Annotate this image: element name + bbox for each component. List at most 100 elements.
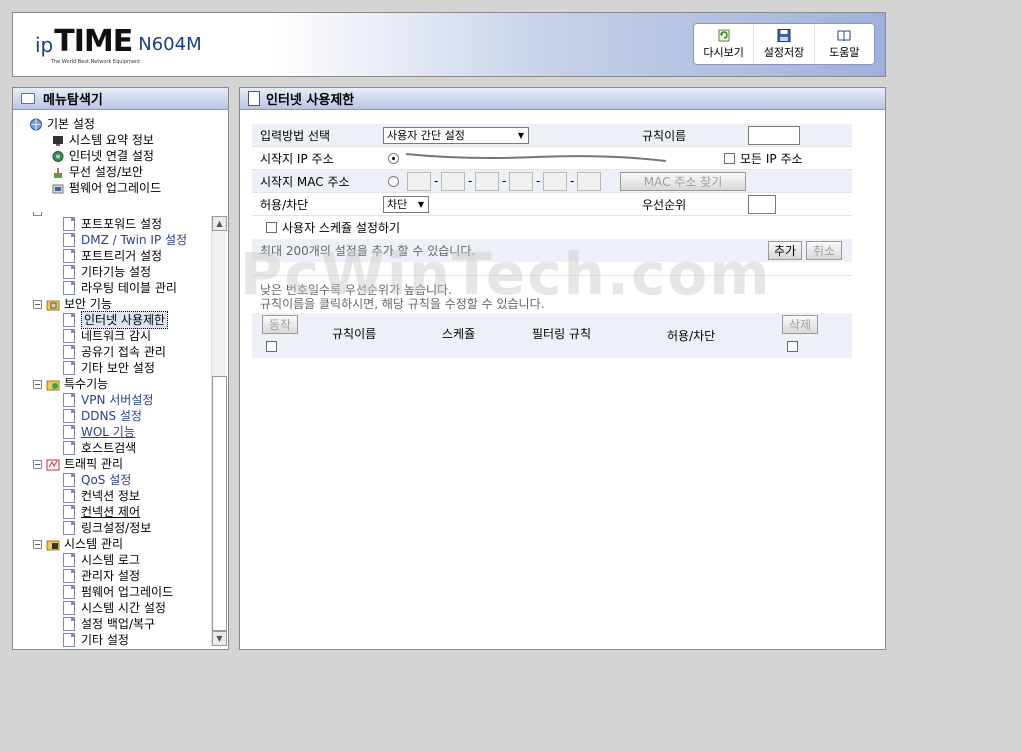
allow-block-select[interactable]: 차단 ▼ — [383, 195, 429, 213]
form-row-start-mac: 시작지 MAC 주소 - - - - - MAC 주소 찾기 — [252, 170, 852, 193]
sidebar-item-connection-control[interactable]: 컨넥션 제어 — [13, 504, 228, 520]
sidebar-item-system-time-label: 시스템 시간 설정 — [81, 601, 166, 615]
select-all-checkbox[interactable] — [266, 341, 277, 352]
all-ip-label: 모든 IP 주소 — [740, 151, 803, 166]
delete-button[interactable]: 삭제 — [782, 315, 818, 334]
sidebar-item-internet-connection[interactable]: 인터넷 연결 설정 — [29, 148, 161, 164]
sidebar-item-connection-control-label: 컨넥션 제어 — [81, 505, 141, 519]
find-mac-button[interactable]: MAC 주소 찾기 — [620, 171, 746, 191]
sidebar-item-connection-info[interactable]: 컨넥션 정보 — [13, 488, 228, 504]
page-icon — [63, 521, 75, 535]
menu-scrollbar[interactable]: ▲ ▼ — [211, 216, 227, 646]
page-icon — [248, 91, 260, 106]
sidebar-item-firmware-upgrade-2[interactable]: 펌웨어 업그레이드 — [13, 584, 228, 600]
sidebar-item-host-search[interactable]: 호스트검색 — [13, 440, 228, 456]
action-button[interactable]: 동작 — [262, 315, 298, 334]
start-ip-input[interactable] — [403, 148, 673, 168]
sidebar-item-system-time[interactable]: 시스템 시간 설정 — [13, 600, 228, 616]
page-icon — [63, 361, 75, 375]
mac-separator: - — [502, 174, 507, 188]
mac-field-4[interactable] — [509, 171, 533, 191]
all-ip-checkbox[interactable] — [724, 152, 735, 164]
sidebar-item-network-monitor[interactable]: 네트워크 감시 — [13, 328, 228, 344]
collapse-toggle-icon: − — [33, 212, 42, 216]
schedule-checkbox[interactable] — [266, 222, 277, 233]
page-icon — [63, 601, 75, 615]
sidebar-item-firmware-upgrade[interactable]: 펌웨어 업그레이드 — [29, 180, 161, 196]
globe-connection-icon — [52, 150, 64, 162]
sidebar-item-port-forward[interactable]: 포트포워드 설정 — [13, 216, 228, 232]
sidebar-item-firmware-upgrade-2-label: 펌웨어 업그레이드 — [81, 585, 174, 599]
help-label: 도움말 — [829, 45, 860, 59]
tree-folder-security[interactable]: − 보안 기능 — [13, 296, 228, 312]
sidebar-item-backup-restore[interactable]: 설정 백업/복구 — [13, 616, 228, 632]
panel-folder-icon — [21, 93, 35, 104]
sidebar-item-misc-settings[interactable]: 기타 설정 — [13, 632, 228, 648]
sidebar-item-router-access[interactable]: 공유기 접속 관리 — [13, 344, 228, 360]
firmware-icon — [52, 184, 64, 193]
form-row-schedule: 사용자 스케쥴 설정하기 — [252, 216, 852, 239]
sidebar-item-routing-table[interactable]: 라우팅 테이블 관리 — [13, 280, 228, 296]
sidebar-item-wol[interactable]: WOL 기능 — [13, 424, 228, 440]
tree-folder-special[interactable]: − 특수기능 — [13, 376, 228, 392]
sidebar-item-internet-restriction[interactable]: 인터넷 사용제한 — [13, 311, 228, 329]
sidebar-item-misc-security-label: 기타 보안 설정 — [81, 361, 155, 375]
start-ip-radio[interactable] — [388, 152, 399, 164]
save-settings-button[interactable]: 설정저장 — [754, 24, 815, 64]
sidebar-item-dmz-label: DMZ / Twin IP 설정 — [81, 233, 188, 247]
help-button[interactable]: 도움말 — [815, 24, 874, 64]
sidebar-item-link-settings[interactable]: 링크설정/정보 — [13, 520, 228, 536]
sidebar-item-ddns[interactable]: DDNS 설정 — [13, 408, 228, 424]
chevron-down-icon: ▼ — [417, 199, 425, 209]
start-ip-label: 시작지 IP 주소 — [260, 151, 334, 166]
mac-field-1[interactable] — [407, 171, 431, 191]
sidebar-item-system-log[interactable]: 시스템 로그 — [13, 552, 228, 568]
model-name: N604M — [138, 34, 202, 55]
tree-folder-basic[interactable]: 기본 설정 — [29, 116, 161, 132]
sidebar-item-vpn[interactable]: VPN 서버설정 — [13, 392, 228, 408]
sidebar-item-admin-settings-label: 관리자 설정 — [81, 569, 141, 583]
sidebar-item-dmz[interactable]: DMZ / Twin IP 설정 — [13, 232, 228, 248]
tree-folder-basic-label: 기본 설정 — [47, 117, 95, 131]
tree-folder-traffic[interactable]: − 트래픽 관리 — [13, 456, 228, 472]
input-method-value: 사용자 간단 설정 — [387, 129, 465, 142]
sidebar-item-routing-table-label: 라우팅 테이블 관리 — [81, 281, 177, 295]
delete-all-checkbox[interactable] — [787, 341, 798, 352]
mac-field-5[interactable] — [543, 171, 567, 191]
priority-input[interactable] — [748, 194, 776, 214]
scroll-thumb[interactable] — [212, 376, 227, 631]
sidebar-item-ddns-label: DDNS 설정 — [81, 409, 142, 423]
chevron-down-icon: ▼ — [517, 130, 525, 140]
scroll-up-button[interactable]: ▲ — [212, 216, 227, 231]
mac-field-6[interactable] — [577, 171, 601, 191]
iptime-logo: ip TIME N604M — [35, 27, 202, 58]
sidebar-item-system-summary[interactable]: 시스템 요약 정보 — [29, 132, 161, 148]
page-icon — [63, 505, 75, 519]
tree-folder-system[interactable]: − 시스템 관리 — [13, 536, 228, 552]
add-button[interactable]: 추가 — [768, 241, 802, 260]
sidebar-item-vpn-label: VPN 서버설정 — [81, 393, 154, 407]
mac-separator: - — [536, 174, 541, 188]
scroll-down-button[interactable]: ▼ — [212, 631, 227, 646]
collapse-toggle-icon: − — [33, 459, 42, 469]
sidebar-item-wireless[interactable]: 무선 설정/보안 — [29, 164, 161, 180]
sidebar-item-port-trigger[interactable]: 포트트리거 설정 — [13, 248, 228, 264]
cancel-button[interactable]: 취소 — [806, 241, 842, 260]
sidebar-item-misc-security[interactable]: 기타 보안 설정 — [13, 360, 228, 376]
sidebar-item-admin-settings[interactable]: 관리자 설정 — [13, 568, 228, 584]
col-schedule: 스케쥴 — [442, 327, 476, 341]
special-folder-icon — [46, 380, 60, 390]
allow-block-value: 차단 — [387, 198, 408, 211]
sidebar-item-misc-functions[interactable]: 기타기능 설정 — [13, 264, 228, 280]
mac-field-2[interactable] — [441, 171, 465, 191]
menu-explorer-title: 메뉴탐색기 — [43, 93, 103, 108]
input-method-select[interactable]: 사용자 간단 설정 ▼ — [383, 126, 529, 144]
page-icon — [63, 345, 75, 359]
mac-field-3[interactable] — [475, 171, 499, 191]
rule-name-input[interactable] — [748, 125, 800, 145]
form-row-start-ip: 시작지 IP 주소 모든 IP 주소 — [252, 147, 852, 170]
refresh-button[interactable]: 다시보기 — [694, 24, 755, 64]
start-mac-radio[interactable] — [388, 175, 399, 187]
lock-folder-icon — [46, 300, 60, 310]
sidebar-item-qos[interactable]: QoS 설정 — [13, 472, 228, 488]
